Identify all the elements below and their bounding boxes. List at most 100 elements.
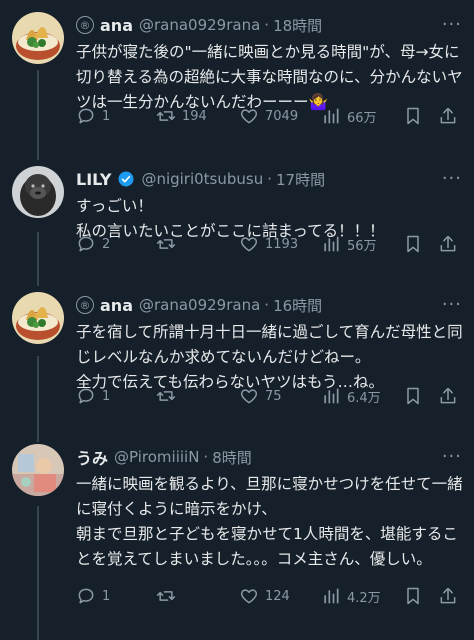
share-button[interactable] xyxy=(438,234,458,254)
view-count: 56万 xyxy=(347,238,377,254)
avatar[interactable] xyxy=(12,292,64,344)
share-button[interactable] xyxy=(438,106,458,126)
tweet[interactable]: ® ana @rana0929rana · 18時間 ··· 子供が寝た後の"一… xyxy=(0,12,474,162)
reply-icon xyxy=(78,236,94,252)
bookmark-button[interactable] xyxy=(403,234,423,254)
reply-count: 1 xyxy=(102,388,111,404)
gorilla-avatar xyxy=(12,166,64,218)
avatar[interactable] xyxy=(12,444,64,496)
bookmark-button[interactable] xyxy=(403,586,423,606)
verified-badge-icon xyxy=(118,171,134,187)
views-chart-icon xyxy=(324,588,339,604)
registered-icon: ® xyxy=(76,296,94,314)
heart-icon xyxy=(240,389,258,404)
like-count: 7049 xyxy=(265,108,299,124)
retweet-button[interactable] xyxy=(156,386,182,406)
tweet-text: 子供が寝た後の"一緒に映画とか見る時間"が、母→女に切り替える為の超絶に大事な時… xyxy=(76,43,463,111)
retweet-icon xyxy=(156,591,176,601)
reply-icon xyxy=(78,108,94,124)
tweet[interactable]: ® ana @rana0929rana · 16時間 ··· 子を宿して所謂十月… xyxy=(0,292,474,438)
timestamp[interactable]: 17時間 xyxy=(276,169,325,190)
timestamp[interactable]: 8時間 xyxy=(212,447,252,468)
share-button[interactable] xyxy=(438,386,458,406)
like-button[interactable]: 124 xyxy=(239,586,290,606)
heart-icon xyxy=(240,237,258,252)
reply-icon xyxy=(78,388,94,404)
separator-dot: · xyxy=(264,16,270,34)
like-button[interactable]: 1193 xyxy=(239,234,298,254)
bookmark-button[interactable] xyxy=(403,106,423,126)
like-count: 75 xyxy=(265,388,282,404)
separator-dot: · xyxy=(203,448,209,466)
view-count: 6.4万 xyxy=(347,390,381,406)
views-chart-icon xyxy=(324,108,339,124)
tweet[interactable]: LILY @nigiri0tsubusu · 17時間 ··· すっごい！ 私の… xyxy=(0,166,474,286)
view-count: 66万 xyxy=(347,110,377,126)
reply-icon xyxy=(78,588,94,604)
views-button[interactable]: 56万 xyxy=(321,234,377,254)
timestamp[interactable]: 18時間 xyxy=(273,15,322,36)
user-handle[interactable]: @nigiri0tsubusu xyxy=(141,170,263,188)
registered-icon: ® xyxy=(76,16,94,34)
separator-dot: · xyxy=(264,296,270,314)
share-icon xyxy=(440,387,456,404)
bookmark-icon xyxy=(407,587,419,605)
views-button[interactable]: 66万 xyxy=(321,106,377,126)
tempura-bowl-avatar xyxy=(12,12,64,64)
reply-button[interactable]: 1 xyxy=(76,586,110,606)
tweet-feed: ® ana @rana0929rana · 18時間 ··· 子供が寝た後の"一… xyxy=(0,0,474,640)
views-button[interactable]: 4.2万 xyxy=(321,586,381,606)
reply-count: 2 xyxy=(102,236,111,252)
more-options-icon[interactable]: ··· xyxy=(442,168,462,189)
retweet-icon xyxy=(156,391,176,401)
separator-dot: · xyxy=(267,170,273,188)
retweet-icon xyxy=(156,111,176,121)
views-chart-icon xyxy=(324,388,339,404)
share-icon xyxy=(440,235,456,252)
display-name[interactable]: LILY xyxy=(76,170,111,189)
reply-count: 1 xyxy=(102,588,111,604)
retweet-button[interactable] xyxy=(156,234,182,254)
share-icon xyxy=(440,107,456,124)
like-button[interactable]: 7049 xyxy=(239,106,298,126)
retweet-button[interactable]: 194 xyxy=(156,106,207,126)
heart-icon xyxy=(240,109,258,124)
views-button[interactable]: 6.4万 xyxy=(321,386,381,406)
user-handle[interactable]: @rana0929rana xyxy=(139,296,260,314)
view-count: 4.2万 xyxy=(347,590,381,606)
share-icon xyxy=(440,587,456,604)
more-options-icon[interactable]: ··· xyxy=(442,14,462,35)
heart-icon xyxy=(240,589,258,604)
share-button[interactable] xyxy=(438,586,458,606)
like-count: 1193 xyxy=(265,236,299,252)
tweet[interactable]: うみ @PiromiiiiN · 8時間 ··· 一緒に映画を観るより、旦那に寝… xyxy=(0,444,474,640)
tempura-bowl-avatar xyxy=(12,292,64,344)
display-name[interactable]: うみ xyxy=(76,445,108,469)
reply-button[interactable]: 2 xyxy=(76,234,110,254)
user-handle[interactable]: @PiromiiiiN xyxy=(114,448,199,466)
reply-button[interactable]: 1 xyxy=(76,386,110,406)
bookmark-icon xyxy=(407,107,419,125)
timestamp[interactable]: 16時間 xyxy=(273,295,322,316)
retweet-count: 194 xyxy=(182,108,207,124)
display-name[interactable]: ana xyxy=(100,296,133,315)
photo-avatar xyxy=(12,444,64,496)
more-options-icon[interactable]: ··· xyxy=(442,446,462,467)
retweet-button[interactable] xyxy=(156,586,182,606)
bookmark-icon xyxy=(407,235,419,253)
reply-count: 1 xyxy=(102,108,111,124)
tweet-text: 子を宿して所謂十月十日一緒に過ごして育んだ母性と同じレベルなんか求めてないんだけ… xyxy=(76,323,463,391)
avatar[interactable] xyxy=(12,166,64,218)
more-options-icon[interactable]: ··· xyxy=(442,294,462,315)
views-chart-icon xyxy=(324,236,339,252)
user-handle[interactable]: @rana0929rana xyxy=(139,16,260,34)
like-count: 124 xyxy=(265,588,290,604)
display-name[interactable]: ana xyxy=(100,16,133,35)
bookmark-icon xyxy=(407,387,419,405)
bookmark-button[interactable] xyxy=(403,386,423,406)
avatar[interactable] xyxy=(12,12,64,64)
reply-button[interactable]: 1 xyxy=(76,106,110,126)
like-button[interactable]: 75 xyxy=(239,386,282,406)
tweet-text: 一緒に映画を観るより、旦那に寝かせつけを任せて一緒に寝付くように暗示をかけ、 朝… xyxy=(76,475,463,568)
retweet-icon xyxy=(156,239,176,249)
